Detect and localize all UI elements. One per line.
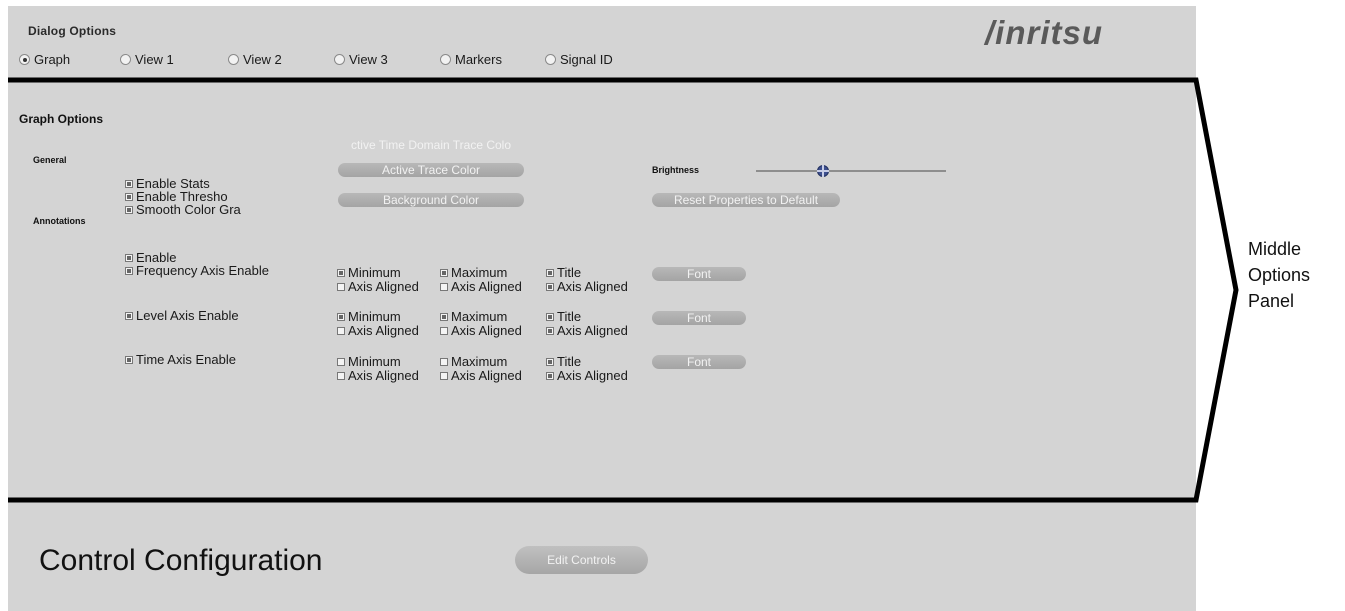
frequency-font-button[interactable]: Font	[652, 267, 746, 281]
level-font-button[interactable]: Font	[652, 311, 746, 325]
frequency-max-axis-aligned-checkbox[interactable]: Axis Aligned	[440, 280, 522, 293]
edit-controls-button[interactable]: Edit Controls	[515, 546, 648, 574]
radio-signal-id[interactable]: Signal ID	[545, 52, 613, 67]
brightness-slider-track[interactable]	[756, 170, 946, 172]
anritsu-logo: /inritsu	[985, 14, 1104, 51]
level-max-axis-aligned-checkbox[interactable]: Axis Aligned	[440, 324, 522, 337]
level-min-axis-aligned-checkbox[interactable]: Axis Aligned	[337, 324, 419, 337]
radio-markers[interactable]: Markers	[440, 52, 502, 67]
time-maximum-checkbox[interactable]: Maximum	[440, 355, 507, 368]
time-minimum-checkbox[interactable]: Minimum	[337, 355, 401, 368]
radio-view-3[interactable]: View 3	[334, 52, 388, 67]
time-title-axis-aligned-checkbox[interactable]: Axis Aligned	[546, 369, 628, 382]
level-title-checkbox[interactable]: Title	[546, 310, 581, 323]
radio-button-icon	[334, 54, 345, 65]
time-title-checkbox[interactable]: Title	[546, 355, 581, 368]
time-domain-trace-color-button[interactable]: ctive Time Domain Trace Colo	[338, 138, 524, 152]
time-axis-enable-checkbox[interactable]: Time Axis Enable	[125, 353, 236, 366]
radio-graph[interactable]: Graph	[19, 52, 70, 67]
frequency-title-axis-aligned-checkbox[interactable]: Axis Aligned	[546, 280, 628, 293]
frequency-axis-enable-checkbox[interactable]: Frequency Axis Enable	[125, 264, 269, 277]
middle-options-panel-callout-label: Middle Options Panel	[1248, 239, 1311, 311]
time-font-button[interactable]: Font	[652, 355, 746, 369]
brightness-slider-knob[interactable]	[816, 165, 829, 177]
level-minimum-checkbox[interactable]: Minimum	[337, 310, 401, 323]
radio-button-icon	[228, 54, 239, 65]
background-color-button[interactable]: Background Color	[338, 193, 524, 207]
radio-button-icon	[120, 54, 131, 65]
level-axis-enable-checkbox[interactable]: Level Axis Enable	[125, 309, 239, 322]
time-max-axis-aligned-checkbox[interactable]: Axis Aligned	[440, 369, 522, 382]
graph-options-title: Graph Options	[19, 112, 103, 126]
level-maximum-checkbox[interactable]: Maximum	[440, 310, 507, 323]
annotations-section-label: Annotations	[33, 216, 86, 226]
frequency-title-checkbox[interactable]: Title	[546, 266, 581, 279]
brightness-label: Brightness	[652, 165, 700, 175]
radio-button-icon	[19, 54, 30, 65]
radio-view-1[interactable]: View 1	[120, 52, 174, 67]
time-min-axis-aligned-checkbox[interactable]: Axis Aligned	[337, 369, 419, 382]
smooth-color-gradient-checkbox[interactable]: Smooth Color Gra	[125, 203, 241, 216]
radio-button-icon	[440, 54, 451, 65]
frequency-minimum-checkbox[interactable]: Minimum	[337, 266, 401, 279]
frequency-maximum-checkbox[interactable]: Maximum	[440, 266, 507, 279]
dialog-options-title: Dialog Options	[28, 24, 117, 38]
reset-properties-button[interactable]: Reset Properties to Default	[652, 193, 840, 207]
radio-button-icon	[545, 54, 556, 65]
active-trace-color-button[interactable]: Active Trace Color	[338, 163, 524, 177]
general-section-label: General	[33, 155, 67, 165]
frequency-min-axis-aligned-checkbox[interactable]: Axis Aligned	[337, 280, 419, 293]
radio-view-2[interactable]: View 2	[228, 52, 282, 67]
level-title-axis-aligned-checkbox[interactable]: Axis Aligned	[546, 324, 628, 337]
control-configuration-title: Control Configuration	[39, 544, 323, 577]
